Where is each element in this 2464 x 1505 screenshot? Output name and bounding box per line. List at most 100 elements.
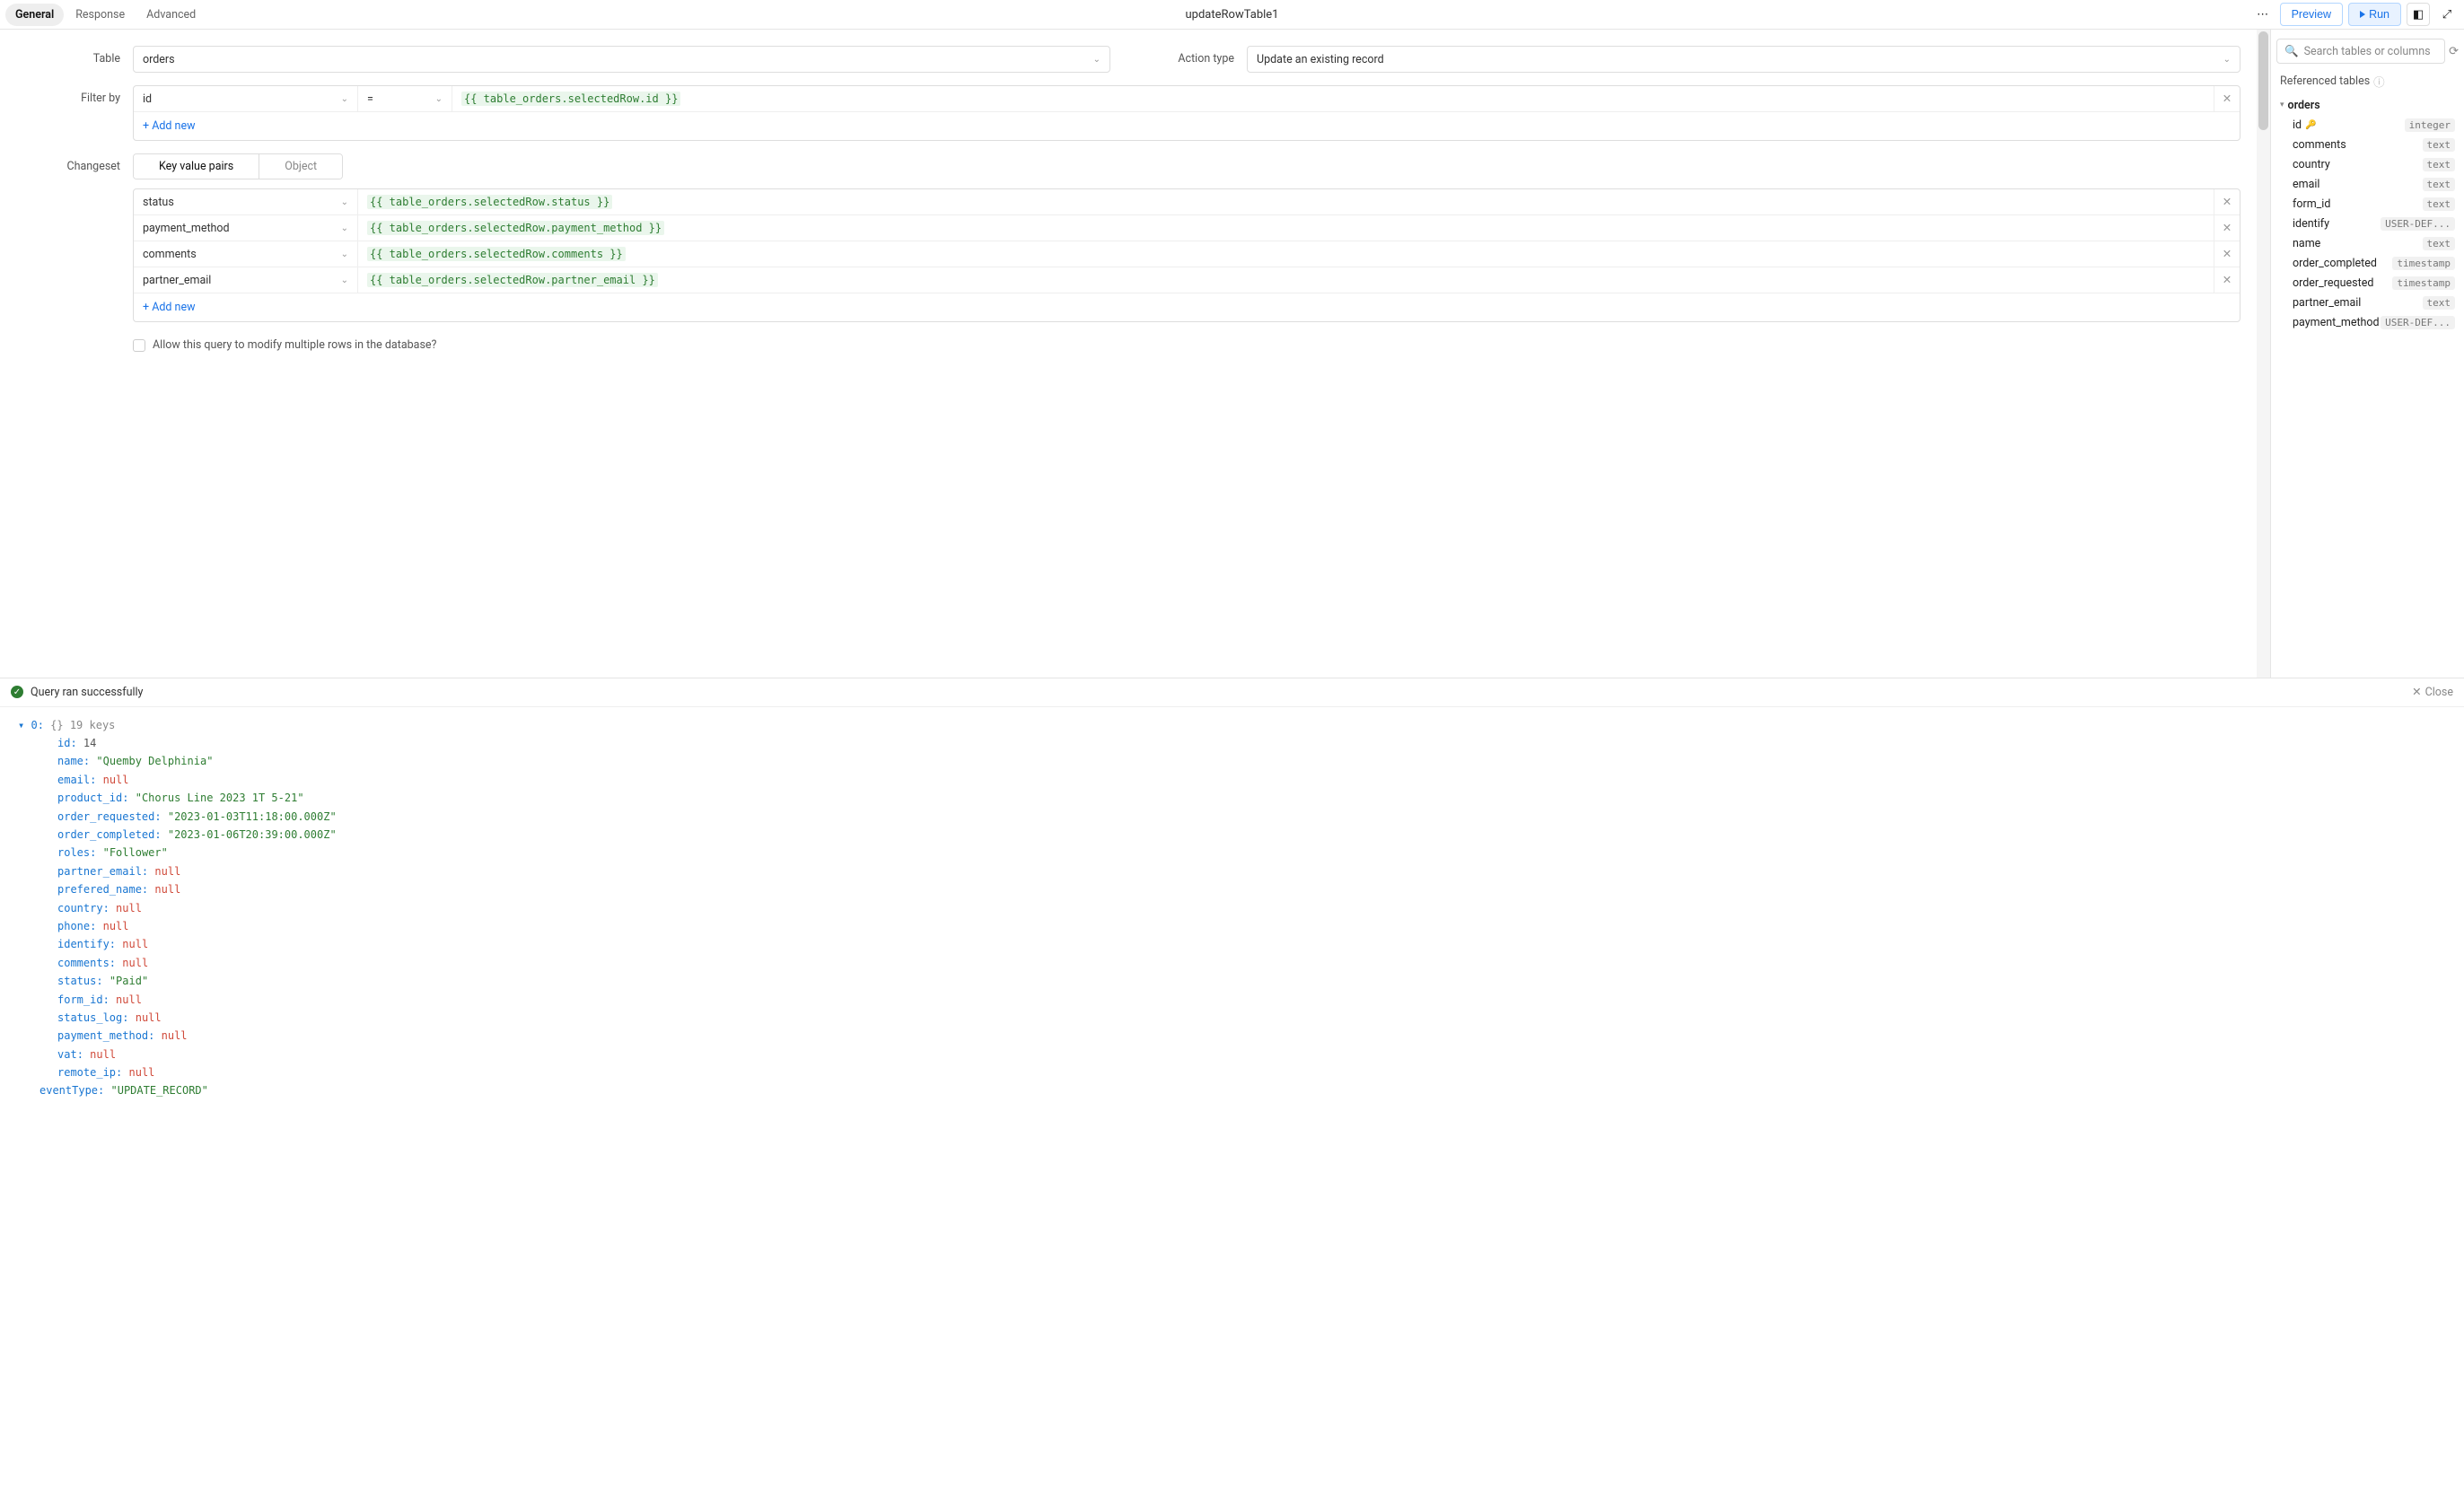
chevron-down-icon: ⌄ [341, 276, 348, 285]
label-action: Action type [1146, 46, 1247, 73]
schema-column-row[interactable]: identify USER-DEF... [2276, 214, 2459, 233]
top-bar: General Response Advanced updateRowTable… [0, 0, 2464, 30]
filter-value-input[interactable]: {{ table_orders.selectedRow.id }} [452, 86, 2214, 111]
close-icon: ✕ [2412, 685, 2421, 699]
schema-column-row[interactable]: payment_methodUSER-DEF... [2276, 312, 2459, 332]
schema-column-row[interactable]: order_requestedtimestamp [2276, 273, 2459, 293]
filter-column-select[interactable]: id ⌄ [134, 86, 358, 111]
result-row: identify: null [18, 935, 2446, 953]
schema-column-type: USER-DEF... [2381, 217, 2455, 231]
schema-column-row[interactable]: order_completed timestamp [2276, 253, 2459, 273]
expand-icon[interactable]: ⤢ [2435, 3, 2459, 26]
result-row: phone: null [18, 917, 2446, 935]
schema-column-name: country [2293, 158, 2330, 171]
form-scrollbar[interactable] [2257, 30, 2270, 707]
schema-table-name: orders [2288, 99, 2320, 112]
changeset-row: status⌄ {{ table_orders.selectedRow.statu… [134, 189, 2240, 215]
result-body: ▾ 0: {} 19 keys id: 14name: "Quemby Delp… [0, 707, 2464, 1505]
preview-button[interactable]: Preview [2280, 3, 2343, 26]
changeset-remove[interactable]: ✕ [2214, 189, 2240, 214]
changeset-key-select[interactable]: partner_email⌄ [134, 267, 358, 293]
chevron-down-icon: ⌄ [1093, 55, 1100, 65]
result-row: payment_method: null [18, 1027, 2446, 1045]
changeset-row: comments⌄ {{ table_orders.selectedRow.com… [134, 241, 2240, 267]
changeset-value-input[interactable]: {{ table_orders.selectedRow.partner_emai… [358, 267, 2214, 293]
schema-column-name: identify [2293, 217, 2329, 231]
result-event-row: eventType: "UPDATE_RECORD" [18, 1081, 2446, 1099]
schema-column-row[interactable]: form_idtext [2276, 194, 2459, 214]
sidebar-section-title: Referenced tables [2280, 74, 2370, 88]
schema-column-name: comments [2293, 138, 2346, 152]
panel-icon[interactable]: ◧ [2407, 3, 2430, 26]
changeset-value-input[interactable]: {{ table_orders.selectedRow.status }} [358, 189, 2214, 214]
filter-column-value: id [143, 92, 152, 106]
schema-column-name: order_completed [2293, 257, 2377, 270]
label-table: Table [16, 46, 133, 73]
changeset-expression: {{ table_orders.selectedRow.payment_meth… [367, 221, 664, 235]
changeset-key-select[interactable]: payment_method ⌄ [134, 215, 358, 241]
changeset-expression: {{ table_orders.selectedRow.comments }} [367, 247, 626, 261]
changeset-add-new[interactable]: + Add new [134, 293, 2240, 321]
result-row: form_id: null [18, 991, 2446, 1009]
result-row: order_requested: "2023-01-03T11:18:00.00… [18, 808, 2446, 826]
schema-column-row[interactable]: id🔑integer [2276, 115, 2459, 135]
result-root[interactable]: ▾ 0: {} 19 keys [18, 716, 2446, 734]
run-button[interactable]: Run [2348, 3, 2401, 26]
changeset-remove[interactable]: ✕ [2214, 241, 2240, 267]
changeset-row: partner_email⌄{{ table_orders.selectedRo… [134, 267, 2240, 293]
close-icon: ✕ [2223, 221, 2232, 235]
sidebar-search-input[interactable]: 🔍 Search tables or columns [2276, 39, 2445, 64]
changeset-key-select[interactable]: status⌄ [134, 189, 358, 214]
mode-kv[interactable]: Key value pairs [134, 154, 259, 179]
table-select[interactable]: orders ⌄ [133, 46, 1110, 73]
chevron-down-icon: ⌄ [341, 94, 348, 104]
filter-operator-value: = [367, 92, 373, 106]
filter-remove[interactable]: ✕ [2214, 86, 2240, 111]
changeset-key: status [143, 196, 174, 209]
schema-column-type: text [2423, 158, 2456, 171]
allow-multi-label: Allow this query to modify multiple rows… [153, 338, 436, 352]
schema-column-row[interactable]: country text [2276, 154, 2459, 174]
result-row: partner_email: null [18, 862, 2446, 880]
result-row: status_log: null [18, 1009, 2446, 1027]
more-icon[interactable]: ⋯ [2251, 3, 2275, 26]
schema-column-type: timestamp [2392, 257, 2455, 270]
chevron-down-icon: ⌄ [341, 223, 348, 233]
changeset-remove[interactable]: ✕ [2214, 267, 2240, 293]
filter-add-new[interactable]: + Add new [134, 112, 2240, 140]
allow-multi-checkbox[interactable] [133, 339, 145, 352]
result-close[interactable]: ✕ Close [2412, 685, 2453, 699]
action-select[interactable]: Update an existing record ⌄ [1247, 46, 2240, 73]
schema-column-row[interactable]: commentstext [2276, 135, 2459, 154]
action-select-value: Update an existing record [1257, 53, 1384, 66]
mode-object[interactable]: Object [259, 154, 342, 179]
label-changeset: Changeset [16, 153, 133, 173]
primary-key-icon: 🔑 [2305, 120, 2316, 130]
changeset-value-input[interactable]: {{ table_orders.selectedRow.comments }} [358, 241, 2214, 267]
schema-table-row[interactable]: ▾ orders [2276, 95, 2459, 115]
schema-column-row[interactable]: partner_emailtext [2276, 293, 2459, 312]
result-row: prefered_name: null [18, 880, 2446, 898]
schema-column-row[interactable]: nametext [2276, 233, 2459, 253]
refresh-icon[interactable]: ⟳ [2449, 45, 2459, 58]
filter-expression: {{ table_orders.selectedRow.id }} [461, 92, 680, 106]
changeset-expression: {{ table_orders.selectedRow.status }} [367, 195, 612, 209]
tab-response[interactable]: Response [66, 4, 135, 26]
schema-column-name: id [2293, 118, 2302, 132]
tab-advanced[interactable]: Advanced [136, 4, 206, 26]
schema-column-row[interactable]: emailtext [2276, 174, 2459, 194]
changeset-key-select[interactable]: comments⌄ [134, 241, 358, 267]
changeset-key: payment_method [143, 222, 230, 235]
schema-column-name: email [2293, 178, 2319, 191]
tab-general[interactable]: General [5, 4, 64, 26]
close-label: Close [2425, 686, 2453, 699]
info-icon: ⓘ [2373, 73, 2385, 90]
schema-column-type: text [2423, 237, 2456, 250]
result-row: name: "Quemby Delphinia" [18, 752, 2446, 770]
changeset-value-input[interactable]: {{ table_orders.selectedRow.payment_meth… [358, 215, 2214, 241]
filter-operator-select[interactable]: = ⌄ [358, 86, 452, 111]
filter-row: id ⌄ = ⌄ {{ table_orders.selectedRow.id … [134, 86, 2240, 112]
result-row: order_completed: "2023-01-06T20:39:00.00… [18, 826, 2446, 844]
result-row: vat: null [18, 1046, 2446, 1063]
changeset-remove[interactable]: ✕ [2214, 215, 2240, 241]
